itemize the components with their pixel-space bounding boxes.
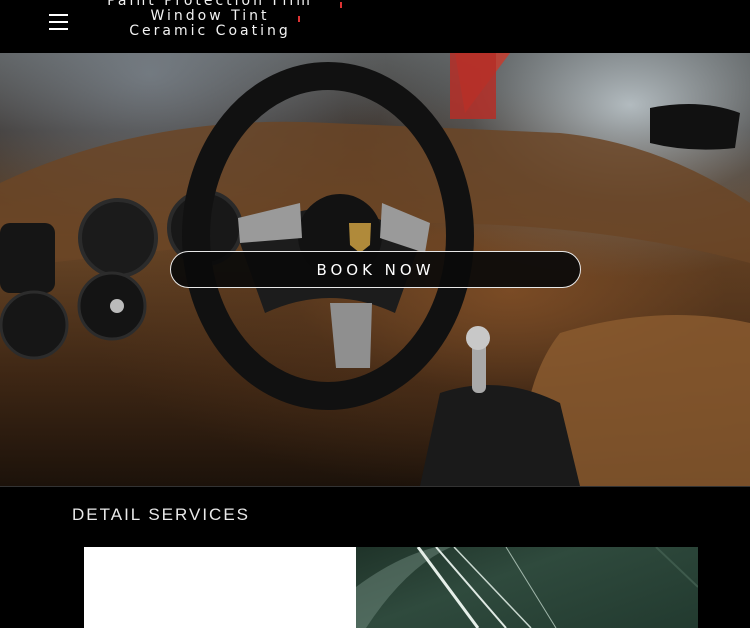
car-glass-image <box>356 547 698 628</box>
accent-mark <box>340 2 342 8</box>
hamburger-menu-icon[interactable] <box>44 10 72 36</box>
nav-link-ceramic-coating[interactable]: Ceramic Coating <box>100 24 320 39</box>
accent-mark <box>298 16 300 22</box>
nav-link-window-tint[interactable]: Window Tint <box>100 9 320 24</box>
service-links: Paint Protection Film Window Tint Cerami… <box>100 0 320 39</box>
book-now-button[interactable]: BOOK NOW <box>170 251 581 288</box>
service-card-image[interactable] <box>356 547 698 628</box>
section-title: DETAIL SERVICES <box>72 505 251 524</box>
service-card[interactable] <box>84 547 356 628</box>
top-navigation: Paint Protection Film Window Tint Cerami… <box>0 0 750 53</box>
hero-banner: BOOK NOW <box>0 53 750 486</box>
section-divider <box>0 486 750 487</box>
book-now-label: BOOK NOW <box>316 260 435 279</box>
